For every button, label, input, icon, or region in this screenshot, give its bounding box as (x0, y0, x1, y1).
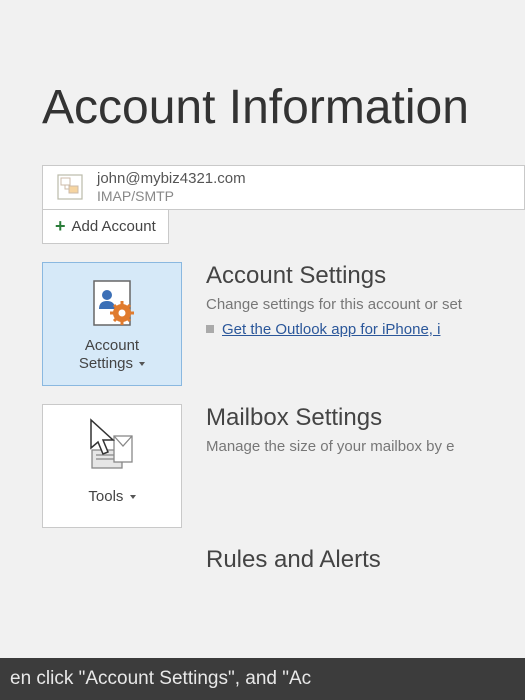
add-account-button[interactable]: + Add Account (42, 210, 169, 244)
account-protocol: IMAP/SMTP (97, 188, 246, 205)
tools-button-label: Tools (88, 488, 135, 506)
page-title: Account Information (0, 0, 525, 165)
account-selector[interactable]: john@mybiz4321.com IMAP/SMTP (42, 165, 525, 210)
outlook-app-link[interactable]: Get the Outlook app for iPhone, i (222, 321, 440, 338)
tools-button[interactable]: Tools (42, 404, 182, 528)
mailbox-settings-description: Manage the size of your mailbox by e (206, 438, 454, 455)
account-icon (53, 170, 87, 204)
account-settings-title: Account Settings (206, 262, 462, 290)
plus-icon: + (55, 216, 66, 237)
account-settings-icon (84, 275, 140, 331)
account-settings-button[interactable]: Account Settings (42, 262, 182, 386)
video-caption: en click "Account Settings", and "Ac (0, 658, 525, 700)
tools-icon (84, 426, 140, 482)
account-settings-button-label: Account Settings (79, 337, 145, 373)
mailbox-settings-title: Mailbox Settings (206, 404, 454, 432)
add-account-label: Add Account (72, 218, 156, 235)
account-settings-description: Change settings for this account or set (206, 296, 462, 313)
bullet-icon (206, 325, 214, 333)
chevron-down-icon (139, 362, 145, 366)
account-email: john@mybiz4321.com (97, 170, 246, 188)
chevron-down-icon (130, 495, 136, 499)
rules-and-alerts-title: Rules and Alerts (206, 546, 381, 574)
